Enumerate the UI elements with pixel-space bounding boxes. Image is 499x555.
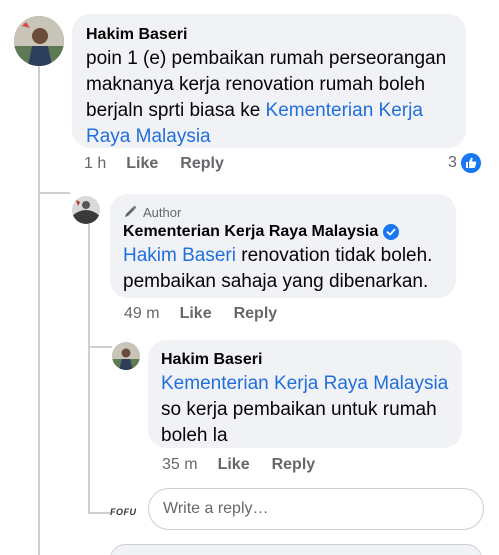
author-badge: Author xyxy=(123,203,443,221)
comment-bubble-2: Author Kementerian Kerja Raya Malaysia H… xyxy=(110,194,456,298)
reply-input[interactable]: Write a reply… xyxy=(148,488,484,530)
next-comment-partial xyxy=(110,544,482,555)
comment-text-line-1: Hakim Baseri renovation tidak boleh. xyxy=(123,243,443,269)
avatar-hakim[interactable] xyxy=(14,16,64,66)
thread-line-reply xyxy=(88,224,90,514)
comment-text-line-1: so kerja pembaikan untuk rumah xyxy=(161,399,437,420)
thread-line-branch-2 xyxy=(88,346,112,348)
comment-author-name[interactable]: Kementerian Kerja Raya Malaysia xyxy=(123,221,443,243)
comment-text-line-2: maknanya kerja renovation rumah boleh xyxy=(86,74,426,95)
avatar-photo-icon xyxy=(14,16,64,66)
avatar-hakim[interactable] xyxy=(112,342,140,370)
comment-text-line-2: pembaikan sahaja yang dibenarkan. xyxy=(123,271,429,292)
thread-line-branch-3 xyxy=(88,512,110,514)
comment-time[interactable]: 1 h xyxy=(84,155,106,173)
reply-button[interactable]: Reply xyxy=(272,456,316,474)
avatar-kementerian[interactable] xyxy=(72,196,100,224)
like-button[interactable]: Like xyxy=(180,305,212,323)
comment-text-line-1: poin 1 (e) pembaikan rumah perseorangan xyxy=(86,48,447,69)
comment-bubble-3: Hakim Baseri Kementerian Kerja Raya Mala… xyxy=(148,340,462,448)
thread-line-main xyxy=(38,66,40,555)
mention-link[interactable]: Kementerian Kerja xyxy=(266,100,423,121)
comment-text-line-2: boleh la xyxy=(161,425,228,446)
mention-link-continued[interactable]: Raya Malaysia xyxy=(86,124,452,150)
like-button[interactable]: Like xyxy=(126,155,158,173)
verified-check-icon xyxy=(383,224,400,240)
reply-button[interactable]: Reply xyxy=(234,305,278,323)
comment-time[interactable]: 35 m xyxy=(162,456,198,474)
comment-time[interactable]: 49 m xyxy=(124,305,160,323)
comment-author-name[interactable]: Hakim Baseri xyxy=(161,349,449,371)
reply-avatar: FOFU xyxy=(110,502,142,522)
like-button[interactable]: Like xyxy=(218,456,250,474)
comment-text-part: renovation tidak boleh. xyxy=(235,245,433,266)
comment-author-name-text: Kementerian Kerja Raya Malaysia xyxy=(123,223,379,240)
reply-button[interactable]: Reply xyxy=(180,155,224,173)
pencil-icon xyxy=(125,205,137,217)
thread-line-branch-1 xyxy=(38,192,70,194)
comment-meta-2: 49 m Like Reply xyxy=(124,305,299,323)
like-icon xyxy=(460,153,481,173)
mention-link[interactable]: Hakim Baseri xyxy=(123,245,236,266)
comment-bubble-1: Hakim Baseri poin 1 (e) pembaikan rumah … xyxy=(72,14,466,148)
comment-text-line-3: berjaln sprti biasa ke Kementerian Kerja xyxy=(86,98,452,124)
reaction-count: 3 xyxy=(448,154,457,171)
comment-meta-1: 1 h Like Reply xyxy=(84,155,246,173)
avatar-logo-icon xyxy=(72,196,100,224)
author-badge-label: Author xyxy=(143,204,182,220)
comment-text-line-3-lead: berjaln sprti biasa ke xyxy=(86,100,266,121)
comment-meta-3: 35 m Like Reply xyxy=(162,456,337,474)
comment-author-name[interactable]: Hakim Baseri xyxy=(86,24,452,46)
reply-avatar-text: FOFU xyxy=(110,507,137,517)
reply-input-placeholder: Write a reply… xyxy=(163,500,269,517)
mention-link[interactable]: Kementerian Kerja Raya Malaysia xyxy=(161,371,449,397)
avatar-photo-icon xyxy=(112,342,140,370)
reaction-summary[interactable]: 3 xyxy=(448,153,481,173)
